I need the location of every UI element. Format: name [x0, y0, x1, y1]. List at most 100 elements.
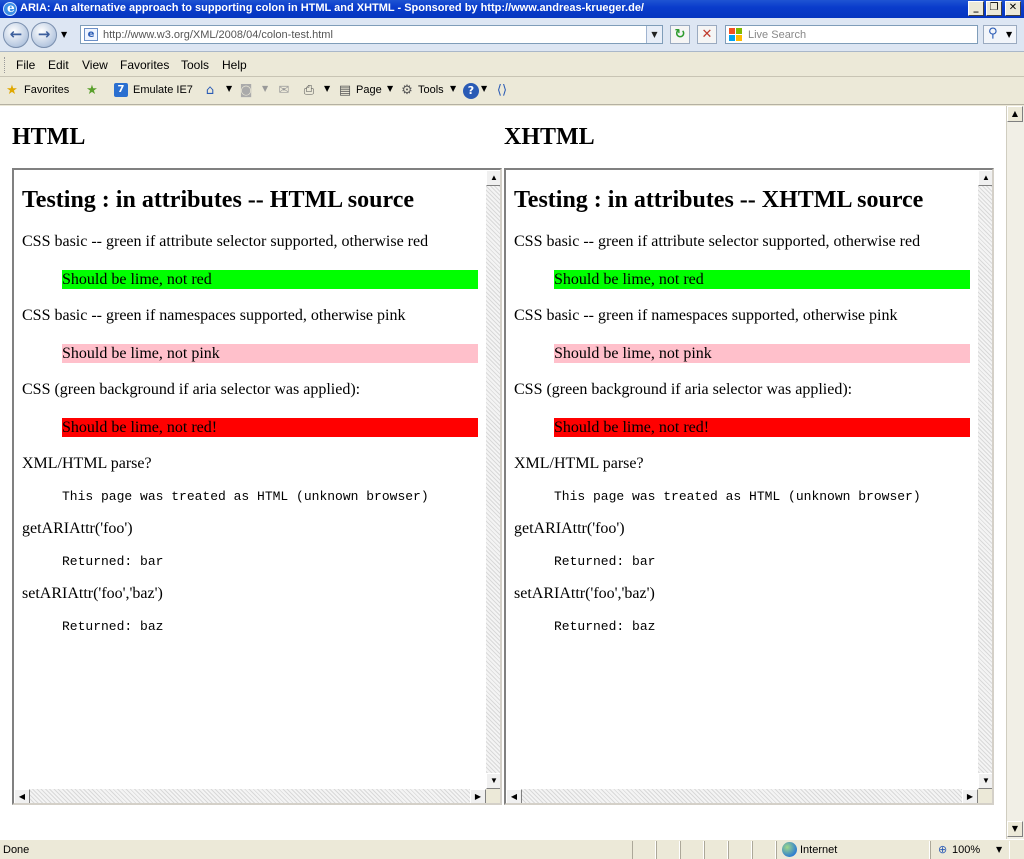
menu-file[interactable]: File — [16, 58, 35, 72]
stop-button[interactable]: ✕ — [697, 25, 717, 44]
xhtml-column-heading: XHTML — [504, 124, 595, 150]
html-column-heading: HTML — [12, 124, 86, 150]
recent-pages-chevron-icon[interactable]: ▼ — [61, 30, 67, 39]
namespaces-result: Should be lime, not pink — [62, 344, 478, 363]
close-button[interactable]: ✕ — [1005, 1, 1021, 16]
page-vertical-scrollbar[interactable]: ▲ ▼ — [1006, 106, 1024, 839]
scroll-up-arrow-icon[interactable]: ▲ — [1007, 106, 1023, 122]
security-zone-label: Internet — [800, 844, 838, 856]
get-aria-attr-label: getARIAttr('foo') — [514, 520, 625, 537]
status-bar: Done Internet ⊕ 100% ▼ — [0, 839, 1024, 859]
navigation-bar: ← → ▼ e http://www.w3.org/XML/2008/04/co… — [0, 18, 1024, 52]
add-favorites-icon[interactable]: ★ — [84, 83, 100, 99]
forward-button[interactable]: → — [31, 22, 57, 48]
help-icon[interactable]: ? — [463, 83, 479, 99]
scroll-down-arrow-icon[interactable]: ▼ — [1007, 821, 1023, 837]
title-bar: ARIA: An alternative approach to support… — [0, 0, 1024, 18]
feeds-chevron-icon[interactable]: ▼ — [262, 84, 268, 93]
home-icon[interactable]: ⌂ — [202, 83, 218, 99]
xhtml-frame-horizontal-scrollbar[interactable]: ◀ ▶ — [506, 789, 978, 803]
parse-mode-label: XML/HTML parse? — [22, 455, 152, 472]
tools-chevron-icon[interactable]: ▼ — [450, 84, 456, 93]
status-text: Done — [3, 844, 30, 856]
attribute-selector-label: CSS basic -- green if attribute selector… — [22, 233, 429, 250]
scroll-right-arrow-icon[interactable]: ▶ — [470, 789, 486, 803]
window-title: ARIA: An alternative approach to support… — [20, 2, 644, 14]
research-icon[interactable]: ⟨⟩ — [494, 83, 510, 99]
menu-help[interactable]: Help — [222, 58, 247, 72]
refresh-button[interactable]: ↻ — [670, 25, 690, 44]
page-icon: e — [84, 28, 98, 41]
status-panel — [728, 841, 752, 859]
scroll-down-arrow-icon[interactable]: ▼ — [978, 773, 992, 789]
page-content: HTML XHTML Testing : in attributes -- HT… — [0, 106, 1006, 839]
scrollbar-corner — [486, 789, 500, 803]
scroll-up-arrow-icon[interactable]: ▲ — [486, 170, 500, 186]
scrollbar-corner — [978, 789, 992, 803]
live-search-logo-icon — [729, 28, 743, 42]
home-chevron-icon[interactable]: ▼ — [226, 84, 232, 93]
scroll-left-arrow-icon[interactable]: ◀ — [506, 789, 522, 803]
parse-mode-result: This page was treated as HTML (unknown b… — [62, 489, 429, 504]
set-aria-attr-label: setARIAttr('foo','baz') — [22, 585, 163, 602]
back-button[interactable]: ← — [3, 22, 29, 48]
address-url[interactable]: http://www.w3.org/XML/2008/04/colon-test… — [103, 29, 333, 41]
status-panel — [632, 841, 656, 859]
aria-selector-label: CSS (green background if aria selector w… — [22, 381, 361, 398]
address-dropdown-icon[interactable]: ▼ — [646, 26, 662, 43]
zoom-level[interactable]: 100% — [952, 844, 980, 856]
get-aria-attr-label: getARIAttr('foo') — [22, 520, 133, 537]
aria-selector-result: Should be lime, not red! — [554, 418, 970, 437]
html-frame-vertical-scrollbar[interactable]: ▲ ▼ — [486, 170, 500, 789]
scroll-right-arrow-icon[interactable]: ▶ — [962, 789, 978, 803]
page-menu-button[interactable]: Page — [356, 84, 382, 96]
html-iframe[interactable]: Testing : in attributes -- HTML source C… — [12, 168, 502, 805]
search-go-button[interactable]: ⚲ ▼ — [983, 25, 1017, 44]
favorites-button[interactable]: Favorites — [24, 84, 69, 96]
scroll-left-arrow-icon[interactable]: ◀ — [14, 789, 30, 803]
zoom-chevron-icon[interactable]: ▼ — [996, 845, 1002, 854]
search-box[interactable]: Live Search — [725, 25, 978, 44]
menu-edit[interactable]: Edit — [48, 58, 69, 72]
menu-view[interactable]: View — [82, 58, 108, 72]
status-panel — [680, 841, 704, 859]
emulate-ie7-button[interactable]: Emulate IE7 — [133, 84, 193, 96]
minimize-button[interactable]: _ — [968, 1, 984, 16]
xhtml-iframe[interactable]: Testing : in attributes -- XHTML source … — [504, 168, 994, 805]
command-bar: ★ Favorites ★ 7 Emulate IE7 ⌂ ▼ ◙ ▼ ✉ ⎙ … — [0, 78, 1024, 105]
mail-icon[interactable]: ✉ — [276, 83, 292, 99]
attribute-selector-result: Should be lime, not red — [62, 270, 478, 289]
status-panel — [656, 841, 680, 859]
tools-gear-icon[interactable]: ⚙ — [399, 83, 415, 99]
frame-title: Testing : in attributes -- HTML source — [22, 187, 415, 213]
print-chevron-icon[interactable]: ▼ — [324, 84, 330, 93]
menu-bar: File Edit View Favorites Tools Help — [0, 53, 1024, 77]
feeds-icon[interactable]: ◙ — [238, 83, 254, 99]
page-menu-icon[interactable]: ▤ — [337, 83, 353, 99]
status-panel — [704, 841, 728, 859]
set-aria-attr-label: setARIAttr('foo','baz') — [514, 585, 655, 602]
html-frame-horizontal-scrollbar[interactable]: ◀ ▶ — [14, 789, 486, 803]
print-icon[interactable]: ⎙ — [301, 83, 317, 99]
tools-menu-button[interactable]: Tools — [418, 84, 444, 96]
frame-title: Testing : in attributes -- XHTML source — [514, 187, 924, 213]
zoom-magnifier-icon[interactable]: ⊕ — [938, 843, 947, 856]
ie-logo-icon — [3, 1, 17, 16]
menu-favorites[interactable]: Favorites — [120, 58, 169, 72]
browser-window: ARIA: An alternative approach to support… — [0, 0, 1024, 859]
status-panel — [752, 841, 776, 859]
internet-zone-globe-icon — [782, 842, 797, 857]
scroll-down-arrow-icon[interactable]: ▼ — [486, 773, 500, 789]
aria-selector-result: Should be lime, not red! — [62, 418, 478, 437]
search-options-chevron-icon[interactable]: ▼ — [1006, 30, 1012, 39]
scroll-up-arrow-icon[interactable]: ▲ — [978, 170, 992, 186]
xhtml-frame-vertical-scrollbar[interactable]: ▲ ▼ — [978, 170, 992, 789]
page-chevron-icon[interactable]: ▼ — [387, 84, 393, 93]
maximize-button[interactable]: ❐ — [986, 1, 1002, 16]
address-bar[interactable]: e http://www.w3.org/XML/2008/04/colon-te… — [80, 25, 663, 44]
favorites-star-icon: ★ — [6, 83, 18, 98]
menu-tools[interactable]: Tools — [181, 58, 209, 72]
attribute-selector-label: CSS basic -- green if attribute selector… — [514, 233, 921, 250]
help-chevron-icon[interactable]: ▼ — [481, 84, 487, 93]
xhtml-iframe-document: Testing : in attributes -- XHTML source … — [506, 170, 978, 789]
